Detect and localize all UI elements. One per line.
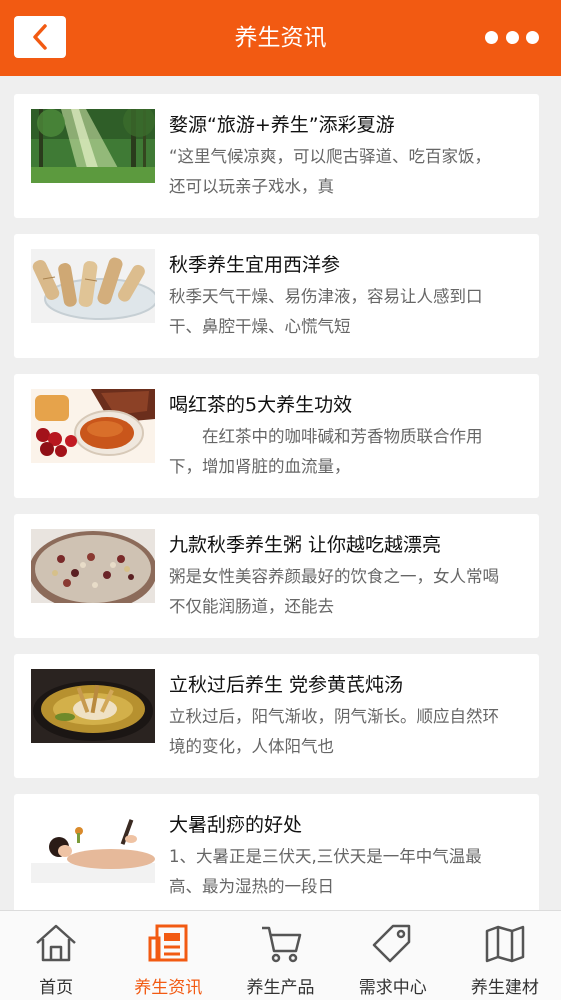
bottom-tab-bar: 首页 养生资讯 养生产品 需求中心 养生建材 [0,910,561,1000]
article-summary: 秋季天气干燥、易伤津液，容易让人感到口干、鼻腔干燥、心慌气短 [169,287,483,336]
news-icon [146,923,190,963]
tab-products[interactable]: 养生产品 [224,911,336,1000]
article-summary: “这里气候凉爽，可以爬古驿道、吃百家饭，还可以玩亲子戏水，真 [169,147,492,196]
more-button[interactable] [485,26,539,48]
article-card[interactable]: 秋季养生宜用西洋参 秋季天气干燥、易伤津液，容易让人感到口干、鼻腔干燥、心慌气短 [14,234,539,358]
ginseng-image [31,249,155,323]
article-summary: 在红茶中的咖啡碱和芳香物质联合作用下，增加肾脏的血流量， [169,427,483,476]
home-icon [34,923,78,963]
forest-sunlight-image [31,109,155,183]
article-title: 秋季养生宜用西洋参 [169,254,341,276]
article-summary: 立秋过后，阳气渐收，阴气渐长。顺应自然环境的变化，人体阳气也 [169,707,499,756]
cart-icon [259,923,303,963]
more-dot [505,30,519,44]
tab-materials[interactable]: 养生建材 [449,911,561,1000]
tab-home[interactable]: 首页 [0,911,112,1000]
article-title: 立秋过后养生 党参黄芪炖汤 [169,674,404,696]
article-card[interactable]: 喝红茶的5大养生功效 在红茶中的咖啡碱和芳香物质联合作用下，增加肾脏的血流量， [14,374,539,498]
tab-demand[interactable]: 需求中心 [337,911,449,1000]
back-button[interactable] [14,16,66,58]
gua-sha-massage-image [31,809,155,883]
tab-news[interactable]: 养生资讯 [112,911,224,1000]
black-tea-image [31,389,155,463]
article-title: 婺源“旅游+养生”添彩夏游 [169,114,395,136]
article-card[interactable]: 九款秋季养生粥 让你越吃越漂亮 粥是女性美容养颜最好的饮食之一，女人常喝不仅能润… [14,514,539,638]
more-dot [526,30,539,44]
page-title: 养生资讯 [234,25,327,51]
article-summary: 1、大暑正是三伏天,三伏天是一年中气温最高、最为湿热的一段日 [169,847,482,896]
article-title: 九款秋季养生粥 让你越吃越漂亮 [169,534,442,556]
article-title: 大暑刮痧的好处 [169,814,303,836]
bean-porridge-image [31,529,155,603]
article-summary: 粥是女性美容养颜最好的饮食之一，女人常喝不仅能润肠道，还能去 [169,567,499,616]
tab-label: 养生资讯 [134,978,203,998]
map-icon [483,923,527,963]
article-card[interactable]: 大暑刮痧的好处 1、大暑正是三伏天,三伏天是一年中气温最高、最为湿热的一段日 [14,794,539,918]
tag-icon [371,923,415,963]
herbal-soup-image [31,669,155,743]
more-dots-icon [485,30,498,44]
article-title: 喝红茶的5大养生功效 [169,394,353,416]
tab-label: 首页 [39,978,74,998]
tab-label: 养生产品 [246,978,315,998]
top-bar: 养生资讯 [0,0,561,76]
article-card[interactable]: 婺源“旅游+养生”添彩夏游 “这里气候凉爽，可以爬古驿道、吃百家饭，还可以玩亲子… [14,94,539,218]
tab-label: 需求中心 [358,978,427,998]
tab-label: 养生建材 [470,978,539,998]
chevron-left-icon [33,24,47,50]
article-card[interactable]: 立秋过后养生 党参黄芪炖汤 立秋过后，阳气渐收，阴气渐长。顺应自然环境的变化，人… [14,654,539,778]
